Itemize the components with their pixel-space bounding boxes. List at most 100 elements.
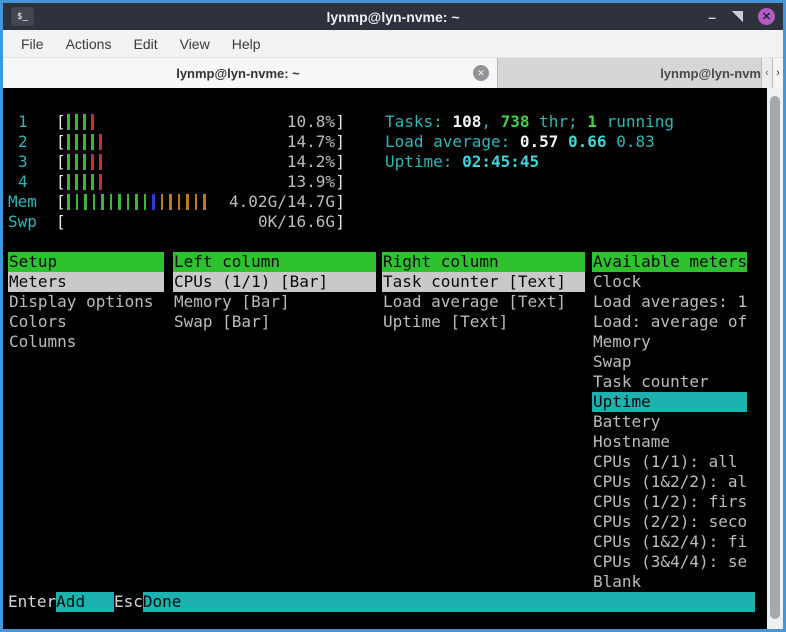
setup-item[interactable]: CPUs (1/1) [Bar] bbox=[173, 272, 376, 292]
window-controls: – ✕ bbox=[708, 8, 775, 25]
meter-tick-orange bbox=[169, 194, 172, 210]
setup-item[interactable]: CPUs (3&4/4): se bbox=[592, 552, 747, 572]
title-bar: $_ lynmp@lyn-nvme: ~ – ✕ bbox=[3, 3, 783, 30]
setup-item[interactable]: Colors bbox=[8, 312, 164, 332]
meter-value: 10.8% bbox=[287, 112, 335, 132]
setup-item[interactable]: Battery bbox=[592, 412, 747, 432]
meter-tick-green bbox=[67, 134, 70, 150]
text-segment: 108 bbox=[452, 112, 481, 131]
setup-column: Left columnCPUs (1/1) [Bar]Memory [Bar]S… bbox=[173, 252, 376, 332]
setup-column-header: Left column bbox=[173, 252, 376, 272]
meter-tick-green bbox=[135, 194, 138, 210]
meter-row: 4[13.9%] bbox=[8, 172, 345, 192]
setup-column: Available metersClockLoad averages: 1Loa… bbox=[592, 252, 747, 592]
meter-ticks bbox=[67, 194, 212, 210]
menu-file[interactable]: File bbox=[10, 36, 55, 52]
meter-ticks bbox=[67, 114, 99, 130]
setup-item[interactable]: Task counter [Text] bbox=[382, 272, 585, 292]
tab-bar: lynmp@lyn-nvme: ~ ✕ lynmp@lyn-nvm ‹ › bbox=[3, 58, 783, 88]
scrollbar-thumb[interactable] bbox=[770, 96, 780, 619]
meter-tick-green bbox=[84, 194, 87, 210]
meter-tick-green bbox=[67, 174, 70, 190]
setup-item[interactable]: Columns bbox=[8, 332, 164, 352]
meter-label: 1 bbox=[18, 112, 28, 132]
setup-item[interactable]: Memory bbox=[592, 332, 747, 352]
meter-tick-red bbox=[91, 114, 94, 130]
function-key: Enter bbox=[8, 592, 56, 612]
uptime-line: Uptime: 02:45:45 bbox=[385, 152, 539, 172]
menu-view[interactable]: View bbox=[169, 36, 221, 52]
meter-tick-orange bbox=[161, 194, 164, 210]
tab-active[interactable]: lynmp@lyn-nvme: ~ ✕ bbox=[3, 58, 498, 88]
meter-bracket-close: ] bbox=[335, 112, 345, 132]
meter-row: 2[14.7%] bbox=[8, 132, 345, 152]
setup-column-header: Setup bbox=[8, 252, 164, 272]
setup-item[interactable]: Swap [Bar] bbox=[173, 312, 376, 332]
meter-label: Swp bbox=[8, 212, 37, 232]
meter-row: 3[14.2%] bbox=[8, 152, 345, 172]
setup-item[interactable]: CPUs (2/2): seco bbox=[592, 512, 747, 532]
minimize-icon[interactable]: – bbox=[708, 12, 716, 22]
meter-ticks bbox=[67, 134, 107, 150]
setup-item[interactable]: Memory [Bar] bbox=[173, 292, 376, 312]
terminal-scrollbar[interactable] bbox=[767, 88, 783, 629]
setup-item[interactable]: Task counter bbox=[592, 372, 747, 392]
text-segment: 0.57 bbox=[520, 132, 568, 151]
tab-active-title: lynmp@lyn-nvme: ~ bbox=[3, 66, 473, 81]
terminal-window: $_ lynmp@lyn-nvme: ~ – ✕ File Actions Ed… bbox=[0, 0, 786, 632]
meter-value: 4.02G/14.7G bbox=[229, 192, 335, 212]
function-key-label[interactable]: Done bbox=[143, 592, 755, 612]
menu-actions[interactable]: Actions bbox=[55, 36, 123, 52]
htop-terminal[interactable]: 1[10.8%]2[14.7%]3[14.2%]4[13.9%]Mem[4.02… bbox=[3, 88, 783, 629]
text-segment: 0.66 bbox=[568, 132, 616, 151]
meter-row: Mem[4.02G/14.7G] bbox=[8, 192, 345, 212]
meter-tick-orange bbox=[203, 194, 206, 210]
setup-item[interactable]: Meters bbox=[8, 272, 164, 292]
setup-item[interactable]: CPUs (1/2): firs bbox=[592, 492, 747, 512]
tab-scroll-left-icon[interactable]: ‹ bbox=[761, 58, 772, 88]
load-average-line: Load average: 0.57 0.66 0.83 bbox=[385, 132, 655, 152]
setup-item[interactable]: Clock bbox=[592, 272, 747, 292]
setup-item[interactable]: Uptime bbox=[592, 392, 747, 412]
function-key-label[interactable]: Add bbox=[56, 592, 114, 612]
setup-item[interactable]: Blank bbox=[592, 572, 747, 592]
tasks-line: Tasks: 108, 738 thr; 1 running bbox=[385, 112, 674, 132]
meter-bracket-open: [ bbox=[56, 132, 66, 152]
tab-close-icon[interactable]: ✕ bbox=[473, 65, 489, 81]
text-segment: 02:45:45 bbox=[462, 152, 539, 171]
meter-value: 14.7% bbox=[287, 132, 335, 152]
menu-edit[interactable]: Edit bbox=[122, 36, 168, 52]
meter-tick-green bbox=[144, 194, 147, 210]
tab-inactive[interactable]: lynmp@lyn-nvm bbox=[498, 58, 761, 88]
setup-item[interactable]: Swap bbox=[592, 352, 747, 372]
text-segment: Tasks: bbox=[385, 112, 452, 131]
close-icon[interactable]: ✕ bbox=[758, 8, 775, 25]
setup-item[interactable]: CPUs (1/1): all bbox=[592, 452, 747, 472]
setup-item[interactable]: Uptime [Text] bbox=[382, 312, 585, 332]
meter-tick-blue bbox=[152, 194, 155, 210]
setup-column-header: Right column bbox=[382, 252, 585, 272]
setup-item[interactable]: Hostname bbox=[592, 432, 747, 452]
meter-bracket-close: ] bbox=[335, 212, 345, 232]
setup-column: Right columnTask counter [Text]Load aver… bbox=[382, 252, 585, 332]
text-segment: running bbox=[597, 112, 674, 131]
setup-column: SetupMetersDisplay optionsColorsColumns bbox=[8, 252, 164, 352]
meter-row: Swp[0K/16.6G] bbox=[8, 212, 345, 232]
setup-item[interactable]: Display options bbox=[8, 292, 164, 312]
maximize-icon[interactable] bbox=[731, 11, 743, 23]
meter-label: Mem bbox=[8, 192, 37, 212]
setup-item[interactable]: Load averages: 1 bbox=[592, 292, 747, 312]
meter-ticks bbox=[67, 174, 107, 190]
setup-item[interactable]: CPUs (1&2/4): fi bbox=[592, 532, 747, 552]
setup-item[interactable]: CPUs (1&2/2): al bbox=[592, 472, 747, 492]
meter-tick-green bbox=[67, 114, 70, 130]
menu-bar: File Actions Edit View Help bbox=[3, 30, 783, 58]
setup-item[interactable]: Load: average of bbox=[592, 312, 747, 332]
text-segment: Uptime: bbox=[385, 152, 462, 171]
text-segment: 1 bbox=[587, 112, 597, 131]
meter-tick-orange bbox=[186, 194, 189, 210]
meter-tick-green bbox=[127, 194, 130, 210]
menu-help[interactable]: Help bbox=[221, 36, 272, 52]
setup-item[interactable]: Load average [Text] bbox=[382, 292, 585, 312]
tab-scroll-right-icon[interactable]: › bbox=[772, 58, 783, 88]
